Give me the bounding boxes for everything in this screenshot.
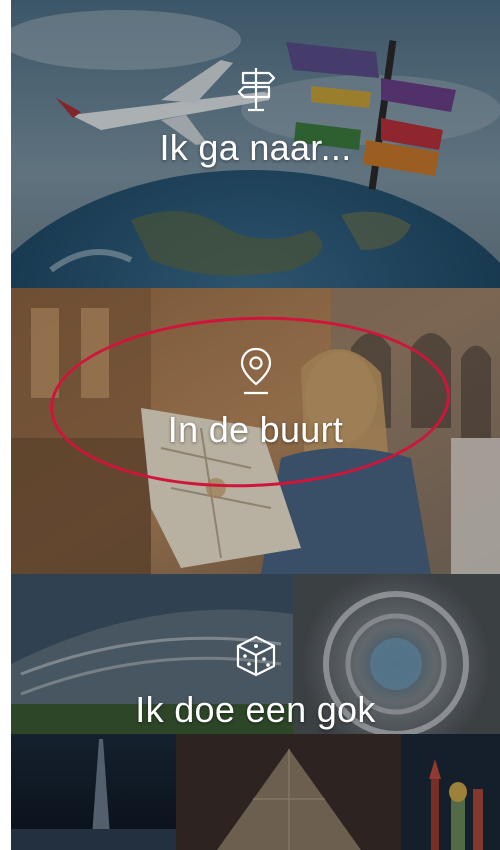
app-screen: Ik ga naar... In de buurt Ik doe een gok <box>11 0 500 850</box>
signpost-icon <box>235 66 277 117</box>
random-label: Ik doe een gok <box>135 689 376 730</box>
random-tile[interactable]: Ik doe een gok <box>11 574 500 850</box>
dice-icon <box>234 634 278 683</box>
destination-label: Ik ga naar... <box>159 127 352 168</box>
random-content: Ik doe een gok <box>11 634 500 731</box>
nearby-content: In de buurt <box>11 346 500 451</box>
destination-content: Ik ga naar... <box>11 66 500 169</box>
destination-tile[interactable]: Ik ga naar... <box>11 0 500 288</box>
nearby-tile[interactable]: In de buurt <box>11 288 500 574</box>
location-pin-icon <box>239 346 273 401</box>
nearby-label: In de buurt <box>167 409 344 450</box>
